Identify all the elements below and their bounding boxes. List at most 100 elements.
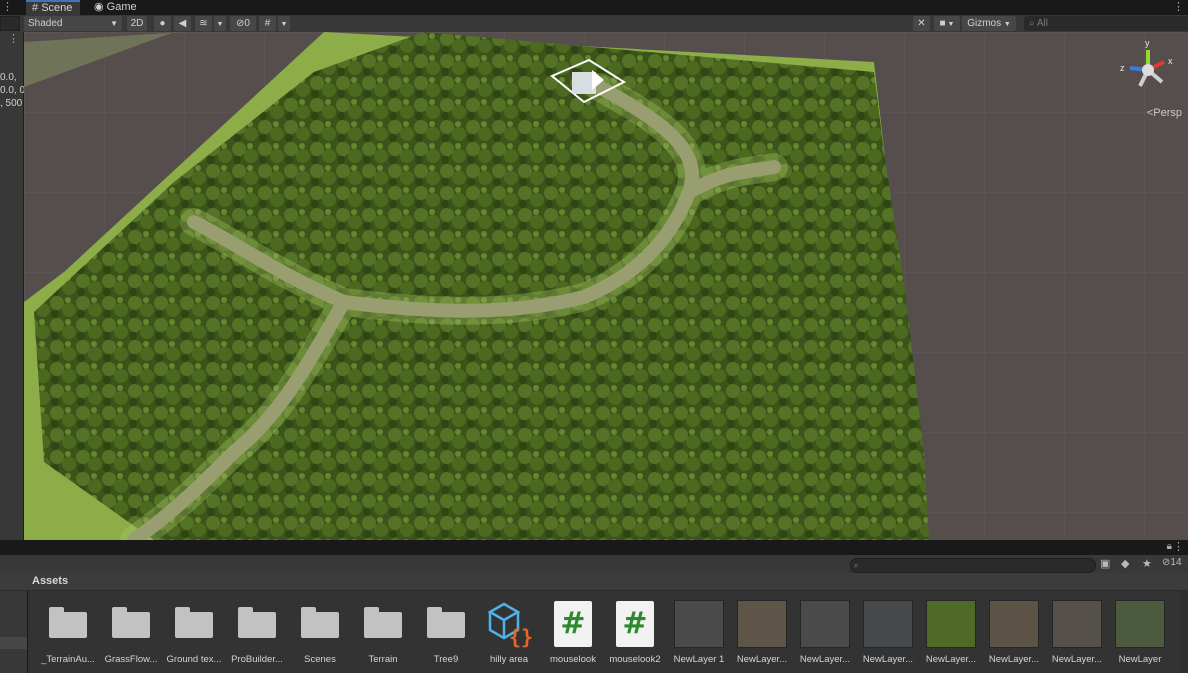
lighting-toggle-button[interactable]: ● <box>154 16 171 31</box>
asset-label: NewLayer <box>1118 654 1162 665</box>
inspector-value-2: 0.0, 0 <box>0 85 26 96</box>
terrain-layer-thumbnail <box>989 600 1039 648</box>
terrain-layer-thumbnail <box>1115 600 1165 648</box>
asset-folder-tree9[interactable]: Tree9 <box>415 598 477 665</box>
search-placeholder: All <box>1036 18 1048 29</box>
tab-scene-label: Scene <box>41 2 73 14</box>
folder-icon <box>112 607 150 638</box>
camera-dropdown[interactable]: ■ ▼ <box>934 16 960 31</box>
gizmos-label: Gizmos <box>967 18 1002 29</box>
projection-toggle[interactable]: <Persp <box>1147 107 1182 119</box>
scene-search-input[interactable]: ⌕ All <box>1024 16 1188 31</box>
svg-text:{}: {} <box>509 625 533 648</box>
hidden-count: 0 <box>244 18 250 29</box>
asset-label: ProBuilder... <box>231 654 283 665</box>
asset-label: mouselook2 <box>609 654 661 665</box>
layers-icon: ≋ <box>199 18 208 29</box>
filter-by-label-icon[interactable]: ◆ <box>1121 557 1129 570</box>
orientation-gizmo[interactable]: y z x <box>1118 38 1178 108</box>
terrain-layer-thumbnail <box>863 600 913 648</box>
effects-toggle-button[interactable]: ≋ <box>195 16 212 31</box>
tools-icon: ✕ <box>917 18 926 29</box>
projection-label: Persp <box>1153 107 1182 119</box>
shading-mode-label: Shaded <box>28 18 63 29</box>
asset-terrain-layer[interactable]: NewLayer... <box>731 598 793 665</box>
panel-menu-icon[interactable]: ⋮ <box>8 32 19 45</box>
asset-folder-terrain-au[interactable]: _TerrainAu... <box>37 598 99 665</box>
asset-terrain-layer[interactable]: NewLayer 1 <box>668 598 730 665</box>
asset-label: NewLayer... <box>862 654 914 665</box>
folder-icon <box>301 607 339 638</box>
left-side-panel: ⋮ 0.0, 0.0, 0 , 500 <box>0 32 26 540</box>
terrain-layer-thumbnail <box>800 600 850 648</box>
asset-label: Terrain <box>368 654 398 665</box>
search-icon: ⌕ <box>1029 18 1035 29</box>
tools-button[interactable]: ✕ <box>913 16 930 31</box>
2d-toggle-button[interactable]: 2D <box>127 16 147 31</box>
gizmo-y-label: y <box>1145 38 1150 48</box>
asset-label: NewLayer... <box>925 654 977 665</box>
gizmo-z-label: z <box>1120 63 1125 73</box>
assets-breadcrumb-bar <box>0 573 1188 591</box>
project-menu-icon[interactable]: ⋮ <box>1173 540 1184 553</box>
tab-game[interactable]: ◉ Game <box>88 0 152 15</box>
chevron-down-icon: ▼ <box>945 21 955 28</box>
gamepad-icon: ◉ <box>94 1 104 13</box>
grid-snap-button[interactable]: # <box>259 16 276 31</box>
project-folder-tree[interactable] <box>0 591 27 673</box>
asset-folder-terrain[interactable]: Terrain <box>352 598 414 665</box>
asset-terrain-layer[interactable]: NewLayer... <box>1046 598 1108 665</box>
asset-script-mouselook[interactable]: # mouselook <box>542 598 604 665</box>
shading-mode-dropdown[interactable]: Shaded ▼ <box>24 16 122 31</box>
asset-terrain-layer[interactable]: NewLayer... <box>857 598 919 665</box>
assets-breadcrumb[interactable]: Assets <box>32 575 68 587</box>
window-menu-icon[interactable]: ⋮ <box>1173 0 1184 13</box>
folder-tree-selection[interactable] <box>0 637 27 649</box>
asset-label: Scenes <box>304 654 336 665</box>
asset-folder-ground-tex[interactable]: Ground tex... <box>163 598 225 665</box>
asset-folder-probuilder[interactable]: ProBuilder... <box>226 598 288 665</box>
hidden-objects-toggle[interactable]: ⊘0 <box>230 16 256 31</box>
folder-icon <box>364 607 402 638</box>
asset-label: NewLayer... <box>1051 654 1103 665</box>
gizmos-dropdown[interactable]: Gizmos ▼ <box>962 16 1016 31</box>
asset-label: NewLayer... <box>736 654 788 665</box>
effects-dropdown[interactable]: ▼ <box>214 16 226 31</box>
2d-toggle-label: 2D <box>130 18 144 29</box>
asset-prefab-hilly-area[interactable]: {} hilly area <box>478 598 540 665</box>
asset-terrain-layer[interactable]: NewLayer <box>1109 598 1171 665</box>
search-icon: ⌕ <box>854 561 859 570</box>
asset-terrain-layer[interactable]: NewLayer... <box>794 598 856 665</box>
scene-viewport[interactable]: y z x <Persp <box>24 32 1188 540</box>
asset-folder-grassflow[interactable]: GrassFlow... <box>100 598 162 665</box>
chevron-down-icon: ▼ <box>1003 21 1011 28</box>
folder-icon <box>238 607 276 638</box>
chevron-down-icon: ▼ <box>280 21 288 28</box>
asset-search-input[interactable]: ⌕ <box>850 558 1096 573</box>
asset-terrain-layer[interactable]: NewLayer... <box>983 598 1045 665</box>
favorite-star-icon[interactable]: ★ <box>1142 557 1152 570</box>
left-panel-menu-icon[interactable]: ⋮ <box>2 0 13 13</box>
asset-terrain-layer[interactable]: NewLayer... <box>920 598 982 665</box>
left-panel-field[interactable] <box>0 16 20 31</box>
asset-label: mouselook <box>550 654 596 665</box>
asset-label: GrassFlow... <box>104 654 158 665</box>
grid-dropdown[interactable]: ▼ <box>278 16 290 31</box>
asset-label: Tree9 <box>433 654 459 665</box>
asset-script-mouselook2[interactable]: # mouselook2 <box>604 598 666 665</box>
lightbulb-icon: ● <box>159 18 166 29</box>
inspector-value-1: 0.0, <box>0 72 17 83</box>
folder-icon <box>175 607 213 638</box>
hidden-packages-toggle[interactable]: ⊘14 <box>1162 557 1182 568</box>
editor-tab-bar <box>0 0 1188 15</box>
lock-icon[interactable]: 🔒︎ <box>1167 541 1172 552</box>
assets-scrollbar[interactable] <box>1180 591 1188 673</box>
tab-scene[interactable]: # Scene <box>26 0 80 15</box>
asset-folder-scenes[interactable]: Scenes <box>289 598 351 665</box>
asset-label: NewLayer... <box>988 654 1040 665</box>
asset-label: _TerrainAu... <box>41 654 95 665</box>
csharp-script-icon: # <box>554 601 592 647</box>
audio-toggle-button[interactable]: ◀ <box>174 16 191 31</box>
filter-by-type-icon[interactable]: ▣ <box>1100 557 1110 570</box>
asset-label: NewLayer... <box>799 654 851 665</box>
